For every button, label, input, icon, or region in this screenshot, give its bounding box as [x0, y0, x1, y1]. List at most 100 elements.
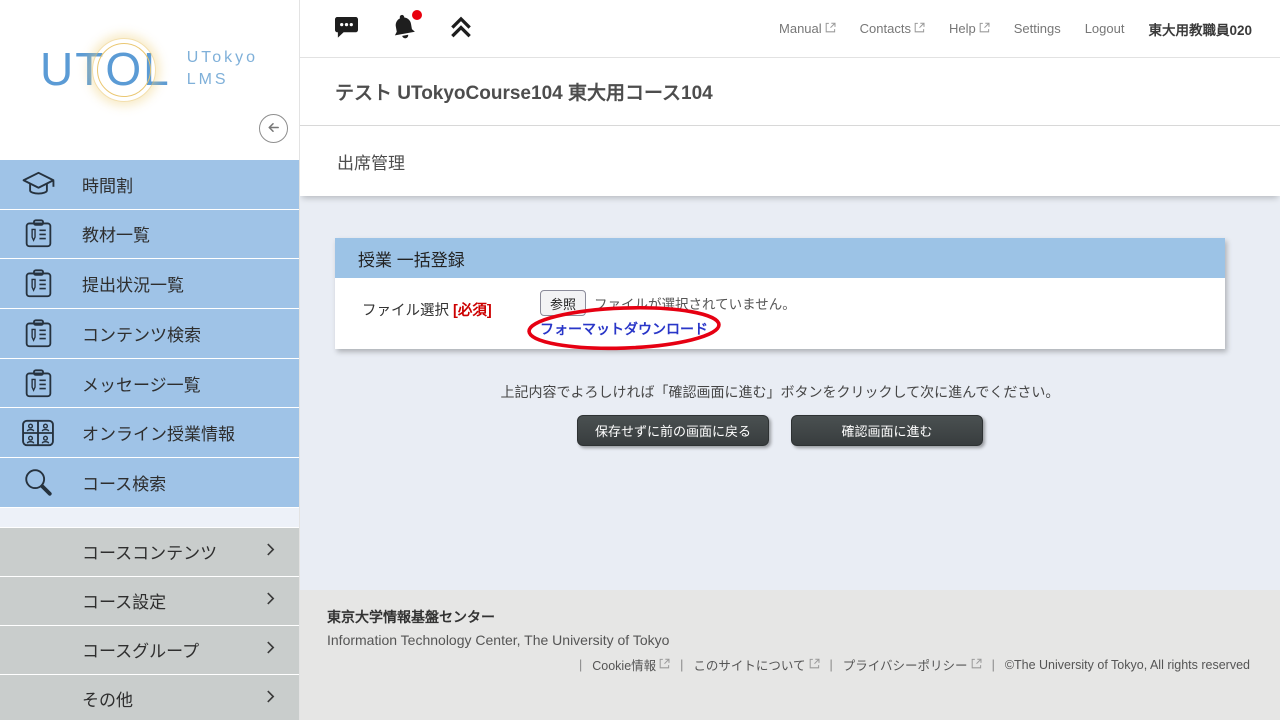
link-label: プライバシーポリシー	[843, 655, 968, 674]
button-row: 保存せずに前の画面に戻る 確認画面に進む	[335, 415, 1225, 446]
logo-subtitle-line1: UTokyo	[187, 47, 258, 69]
sidebar-item-label: 教材一覧	[82, 221, 150, 246]
file-select-label: ファイル選択 [必須]	[362, 290, 540, 339]
topbar: Manual Contacts Help Settings Logout 東	[300, 0, 1280, 58]
external-link-icon	[825, 21, 836, 36]
link-label: Contacts	[860, 21, 911, 36]
external-link-icon	[971, 658, 982, 672]
chevron-right-icon	[266, 591, 275, 611]
logo-part-ut: UT	[40, 43, 105, 95]
topbar-link-settings[interactable]: Settings	[1014, 21, 1061, 36]
sidebar-course-menu: コースコンテンツ コース設定 コースグループ その他	[0, 528, 299, 720]
sidebar-item-label: 時間割	[82, 172, 133, 197]
sidebar-item-course-search[interactable]: コース検索	[0, 458, 299, 507]
sidebar-item-course-settings[interactable]: コース設定	[0, 577, 299, 625]
separator: |	[680, 658, 683, 672]
file-control: 参照 ファイルが選択されていません。 フォーマットダウンロード	[540, 290, 796, 339]
sidebar-item-course-group[interactable]: コースグループ	[0, 626, 299, 674]
file-input-row: 参照 ファイルが選択されていません。	[540, 290, 796, 316]
chevron-right-icon	[266, 689, 275, 709]
sidebar-item-course-contents[interactable]: コースコンテンツ	[0, 528, 299, 576]
separator: |	[579, 658, 582, 672]
graduation-cap-icon	[20, 170, 56, 198]
sidebar: UTOL UTokyo LMS 時間割	[0, 0, 300, 720]
footer-copyright: ©The University of Tokyo, All rights res…	[1005, 658, 1250, 672]
sidebar-item-label: 提出状況一覧	[82, 271, 184, 296]
chevron-right-icon	[266, 640, 275, 660]
sidebar-item-submission-status[interactable]: 提出状況一覧	[0, 259, 299, 308]
sidebar-item-label: メッセージ一覧	[82, 371, 201, 396]
clipboard-icon	[20, 218, 56, 249]
link-label: Cookie情報	[592, 655, 656, 674]
sidebar-logo-area: UTOL UTokyo LMS	[0, 0, 299, 160]
topbar-icons	[333, 13, 474, 44]
sidebar-item-online-class-info[interactable]: オンライン授業情報	[0, 408, 299, 457]
logged-in-username: 東大用教職員020	[1148, 19, 1252, 39]
clipboard-icon	[20, 368, 56, 399]
footer-link-about-site[interactable]: このサイトについて	[693, 655, 819, 674]
sidebar-item-label: その他	[82, 686, 133, 711]
required-badge: [必須]	[453, 303, 492, 319]
link-label: Logout	[1085, 21, 1125, 36]
sidebar-main-menu: 時間割 教材一覧 提出状況一覧 コンテンツ検索	[0, 160, 299, 507]
bulk-register-panel: 授業 一括登録 ファイル選択 [必須] 参照 ファイルが選択されていません。 フ…	[335, 238, 1225, 349]
course-header: テスト UTokyoCourse104 東大用コース104	[300, 58, 1280, 126]
browse-file-button[interactable]: 参照	[540, 290, 586, 316]
sidebar-item-label: コンテンツ検索	[82, 321, 201, 346]
topbar-link-manual[interactable]: Manual	[779, 21, 836, 36]
external-link-icon	[659, 658, 670, 672]
notifications-button[interactable]	[390, 13, 418, 44]
no-file-selected-text: ファイルが選択されていません。	[594, 293, 796, 313]
actions-section: 上記内容でよろしければ「確認画面に進む」ボタンをクリックして次に進んでください。…	[335, 382, 1225, 446]
footer-links: | Cookie情報 | このサイトについて | プライバシーポリシー | ©T…	[327, 655, 1250, 674]
topbar-links: Manual Contacts Help Settings Logout 東	[779, 19, 1252, 39]
clipboard-icon	[20, 318, 56, 349]
topbar-link-help[interactable]: Help	[949, 21, 990, 36]
instruction-text: 上記内容でよろしければ「確認画面に進む」ボタンをクリックして次に進んでください。	[335, 382, 1225, 402]
link-label: Manual	[779, 21, 822, 36]
separator: |	[992, 658, 995, 672]
footer-org-en: Information Technology Center, The Unive…	[327, 632, 1250, 648]
logo-o-with-rings: O	[105, 46, 143, 92]
sidebar-item-label: コースコンテンツ	[82, 539, 217, 564]
topbar-link-logout[interactable]: Logout	[1085, 21, 1125, 36]
sidebar-item-messages[interactable]: メッセージ一覧	[0, 359, 299, 408]
external-link-icon	[979, 21, 990, 36]
logo-part-l: L	[143, 43, 171, 95]
sidebar-item-label: オンライン授業情報	[82, 420, 235, 445]
messages-button[interactable]	[333, 16, 360, 42]
topbar-link-contacts[interactable]: Contacts	[860, 21, 925, 36]
footer-link-cookie-info[interactable]: Cookie情報	[592, 655, 670, 674]
separator: |	[830, 658, 833, 672]
sidebar-collapse-button[interactable]	[259, 114, 288, 143]
app-root: UTOL UTokyo LMS 時間割	[0, 0, 1280, 720]
sidebar-section-gap	[0, 508, 299, 527]
external-link-icon	[809, 658, 820, 672]
notification-badge	[412, 10, 422, 20]
logo-subtitle-line2: LMS	[187, 69, 258, 91]
utol-logo[interactable]: UTOL UTokyo LMS	[40, 46, 258, 92]
page-title: 出席管理	[337, 149, 405, 174]
link-label: Help	[949, 21, 976, 36]
format-download-wrap: フォーマットダウンロード	[540, 319, 708, 339]
back-without-save-button[interactable]: 保存せずに前の画面に戻る	[577, 415, 769, 446]
logo-text: UTOL	[40, 46, 171, 92]
course-title: テスト UTokyoCourse104 東大用コース104	[335, 78, 713, 105]
sidebar-item-content-search[interactable]: コンテンツ検索	[0, 309, 299, 358]
online-class-icon	[20, 419, 56, 447]
main-column: Manual Contacts Help Settings Logout 東	[300, 0, 1280, 720]
sidebar-item-label: コース検索	[82, 470, 166, 495]
external-link-icon	[914, 21, 925, 36]
footer-link-privacy-policy[interactable]: プライバシーポリシー	[843, 655, 982, 674]
sidebar-item-others[interactable]: その他	[0, 675, 299, 720]
logo-subtitle: UTokyo LMS	[187, 47, 258, 92]
sidebar-item-materials[interactable]: 教材一覧	[0, 210, 299, 259]
format-download-link[interactable]: フォーマットダウンロード	[540, 321, 708, 337]
sidebar-item-timetable[interactable]: 時間割	[0, 160, 299, 209]
clipboard-icon	[20, 268, 56, 299]
collapse-header-button[interactable]	[448, 15, 474, 42]
content-area: 授業 一括登録 ファイル選択 [必須] 参照 ファイルが選択されていません。 フ…	[300, 196, 1280, 590]
search-icon	[20, 466, 56, 498]
double-chevron-up-icon	[448, 15, 474, 42]
proceed-to-confirm-button[interactable]: 確認画面に進む	[791, 415, 983, 446]
